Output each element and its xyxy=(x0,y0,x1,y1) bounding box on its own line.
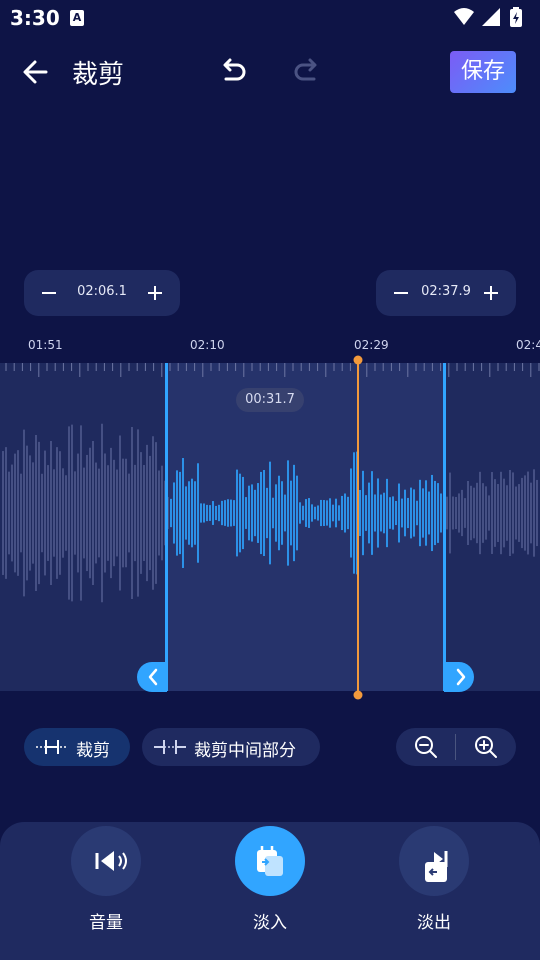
zoom-in-icon xyxy=(475,736,497,758)
top-bar: 裁剪 保存 xyxy=(0,40,540,104)
zoom-out-icon xyxy=(415,736,437,758)
fade-out-icon xyxy=(425,851,448,882)
undo-icon xyxy=(223,58,246,81)
page-title: 裁剪 xyxy=(72,60,125,90)
end-time-increase-button[interactable] xyxy=(476,278,506,308)
bottom-tool-panel: 音量 淡入 淡出 xyxy=(0,822,540,960)
selection-duration: 00:31.7 xyxy=(236,388,304,412)
start-time-increase-button[interactable] xyxy=(140,278,170,308)
volume-tool-circle xyxy=(71,826,141,896)
volume-icon xyxy=(95,851,127,871)
trim-middle-icon xyxy=(154,740,186,754)
ruler-label: 02:4 xyxy=(516,338,540,352)
status-icons xyxy=(452,6,532,34)
zoom-out-button[interactable] xyxy=(413,734,439,760)
trim-mode-label: 裁剪 xyxy=(76,741,110,761)
notification-icon: A xyxy=(70,10,84,26)
fade-out-tool-button[interactable]: 淡出 xyxy=(374,826,494,936)
plus-icon xyxy=(148,286,162,300)
plus-icon xyxy=(484,286,498,300)
status-bar: 3:30 A xyxy=(0,0,540,36)
fade-out-tool-circle xyxy=(399,826,469,896)
trim-middle-mode-label: 裁剪中间部分 xyxy=(194,741,296,761)
zoom-controls xyxy=(396,728,516,766)
timeline-ruler: 01:51 02:10 02:29 02:4 xyxy=(0,336,540,356)
arrow-left-icon xyxy=(23,60,48,84)
back-button[interactable] xyxy=(18,54,54,90)
ruler-label: 02:10 xyxy=(190,338,225,352)
redo-button[interactable] xyxy=(290,56,322,88)
zoom-in-button[interactable] xyxy=(473,734,499,760)
waveform xyxy=(2,363,540,603)
wifi-icon xyxy=(454,8,474,25)
fade-in-tool-button[interactable]: 淡入 xyxy=(210,826,330,936)
volume-tool-label: 音量 xyxy=(89,913,123,933)
trim-icon xyxy=(36,740,68,754)
trim-mode-button[interactable]: 裁剪 xyxy=(24,728,130,766)
fade-out-tool-label: 淡出 xyxy=(417,913,451,933)
trim-middle-mode-button[interactable]: 裁剪中间部分 xyxy=(142,728,320,766)
signal-icon xyxy=(482,8,500,26)
fade-in-tool-circle xyxy=(235,826,305,896)
save-button[interactable]: 保存 xyxy=(450,51,516,93)
waveform-editor[interactable] xyxy=(0,363,540,691)
battery-icon xyxy=(510,7,522,27)
zoom-divider xyxy=(455,734,456,760)
end-time-adjuster: 02:37.9 xyxy=(376,270,516,316)
undo-button[interactable] xyxy=(218,56,250,88)
ruler-label: 01:51 xyxy=(28,338,63,352)
start-time-adjuster: 02:06.1 xyxy=(24,270,180,316)
status-time: 3:30 xyxy=(10,6,60,30)
redo-icon xyxy=(294,58,317,81)
fade-in-tool-label: 淡入 xyxy=(253,913,287,933)
ruler-label: 02:29 xyxy=(354,338,389,352)
fade-in-icon xyxy=(257,846,283,876)
volume-tool-button[interactable]: 音量 xyxy=(46,826,166,936)
